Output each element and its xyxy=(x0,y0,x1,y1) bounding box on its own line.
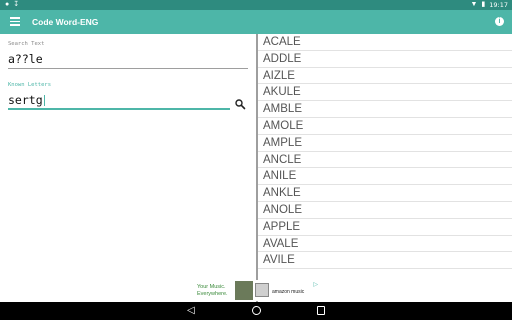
search-icon xyxy=(235,99,246,110)
result-word[interactable]: AVALE xyxy=(258,236,512,253)
result-word[interactable]: ACALE xyxy=(258,34,512,51)
result-word[interactable]: ANCLE xyxy=(258,152,512,169)
recents-icon[interactable] xyxy=(317,306,325,315)
search-text-input[interactable]: a??le xyxy=(8,52,43,66)
home-icon[interactable] xyxy=(252,306,261,315)
result-word[interactable]: AKULE xyxy=(258,84,512,102)
search-button[interactable] xyxy=(234,97,246,110)
text-cursor xyxy=(43,95,45,106)
wifi-icon: ▼ xyxy=(470,1,478,8)
info-icon[interactable]: i xyxy=(495,17,504,26)
ad-banner[interactable]: Your Music. Everywhere. amazon music ▷ xyxy=(192,280,320,301)
result-word[interactable]: AMPLE xyxy=(258,135,512,152)
app-bar: Code Word-ENG i xyxy=(0,10,512,34)
app-title: Code Word-ENG xyxy=(32,17,99,27)
known-letters-value: sertg xyxy=(8,93,43,107)
results-pane[interactable]: ACALE ADDLE AIZLE AKULE AMBLE AMOLE AMPLE ANCLE… xyxy=(258,34,512,302)
back-icon[interactable]: ◁ xyxy=(187,305,195,317)
status-bar: ● ↧ ▼ ▮ 19:17 xyxy=(0,0,512,10)
result-word[interactable]: ANKLE xyxy=(258,185,512,202)
known-letters-input[interactable]: sertg xyxy=(8,93,45,107)
status-time: 19:17 xyxy=(489,1,508,9)
status-right: ▼ ▮ 19:17 xyxy=(470,1,508,9)
ad-line2: Everywhere. xyxy=(197,291,228,297)
ad-brand: amazon music xyxy=(272,289,305,295)
navigation-bar: ◁ xyxy=(0,302,512,320)
result-word[interactable]: AIZLE xyxy=(258,68,512,85)
ad-album-image xyxy=(235,281,253,300)
result-word[interactable]: ANILE xyxy=(258,168,512,186)
result-word[interactable]: ANOLE xyxy=(258,202,512,219)
result-word[interactable]: APPLE xyxy=(258,219,512,236)
ad-line1: Your Music. xyxy=(197,284,226,290)
ad-device-image xyxy=(255,283,269,297)
status-left: ● ↧ xyxy=(5,1,19,9)
result-word[interactable]: AMBLE xyxy=(258,101,512,118)
known-letters-label: Known Letters xyxy=(8,82,52,88)
search-text-label: Search Text xyxy=(8,41,45,47)
ad-info-icon[interactable]: ▷ xyxy=(313,281,318,288)
result-word[interactable]: AMOLE xyxy=(258,118,512,135)
results-list: ACALE ADDLE AIZLE AKULE AMBLE AMOLE AMPLE ANCLE… xyxy=(258,34,512,270)
menu-icon[interactable] xyxy=(10,17,20,26)
known-letters-underline xyxy=(8,108,230,110)
result-word[interactable]: ADDLE xyxy=(258,51,512,68)
ad-text: Your Music. Everywhere. xyxy=(197,284,228,298)
search-pane: Search Text a??le Known Letters sertg xyxy=(0,34,256,302)
search-text-underline xyxy=(8,68,248,69)
download-icon: ↧ xyxy=(13,1,20,8)
notification-icon: ● xyxy=(5,1,10,8)
battery-icon: ▮ xyxy=(481,1,486,8)
result-word[interactable]: AVILE xyxy=(258,252,512,270)
